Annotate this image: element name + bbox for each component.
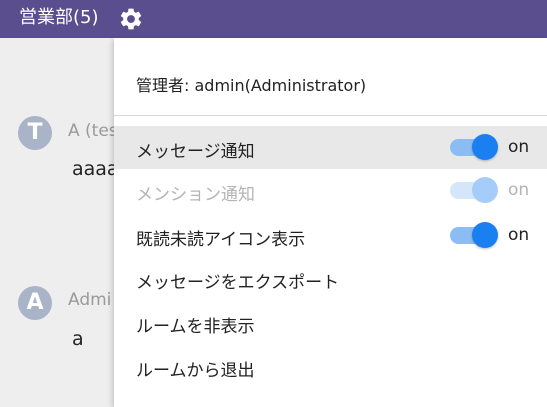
read-status-icon-toggle[interactable] [450,222,498,248]
toggle-knob [472,134,498,160]
menu-item-mention-notification: メンション通知 on [114,169,547,212]
room-title: 営業部(5) [19,7,99,28]
message-notification-toggle[interactable] [450,134,498,160]
toggle-state-label: on [508,180,530,200]
menu-item-label: ルームから退出 [136,361,255,381]
room-header: 営業部(5) [0,0,547,38]
menu-item-leave-room[interactable]: ルームから退出 [114,345,547,388]
avatar[interactable]: A [18,286,52,320]
toggle-knob [472,177,498,203]
toggle-knob [472,222,498,248]
toggle-state-label: on [508,137,530,157]
message-text: aaaa [72,158,119,180]
menu-item-read-status-icon[interactable]: 既読未読アイコン表示 on [114,214,547,257]
message-sender-name: Admi [68,290,112,310]
menu-item-label: メッセージをエクスポート [136,273,340,293]
avatar[interactable]: T [18,116,52,150]
message-sender-name: A (tes [68,121,118,141]
menu-item-label: 既読未読アイコン表示 [136,230,306,250]
menu-item-label: ルームを非表示 [136,317,255,337]
toggle-state-label: on [508,225,530,245]
message-text: a [72,328,84,350]
menu-divider [114,115,547,116]
menu-item-label: メンション通知 [136,185,255,205]
gear-icon[interactable] [118,6,144,32]
menu-item-label: メッセージ通知 [136,142,255,162]
mention-notification-toggle [450,177,498,203]
menu-item-export-messages[interactable]: メッセージをエクスポート [114,257,547,300]
menu-item-message-notification[interactable]: メッセージ通知 on [114,126,547,169]
admin-info: 管理者: admin(Administrator) [136,76,367,95]
menu-item-hide-room[interactable]: ルームを非表示 [114,301,547,344]
room-settings-menu: 管理者: admin(Administrator) メッセージ通知 on メンシ… [114,38,547,407]
